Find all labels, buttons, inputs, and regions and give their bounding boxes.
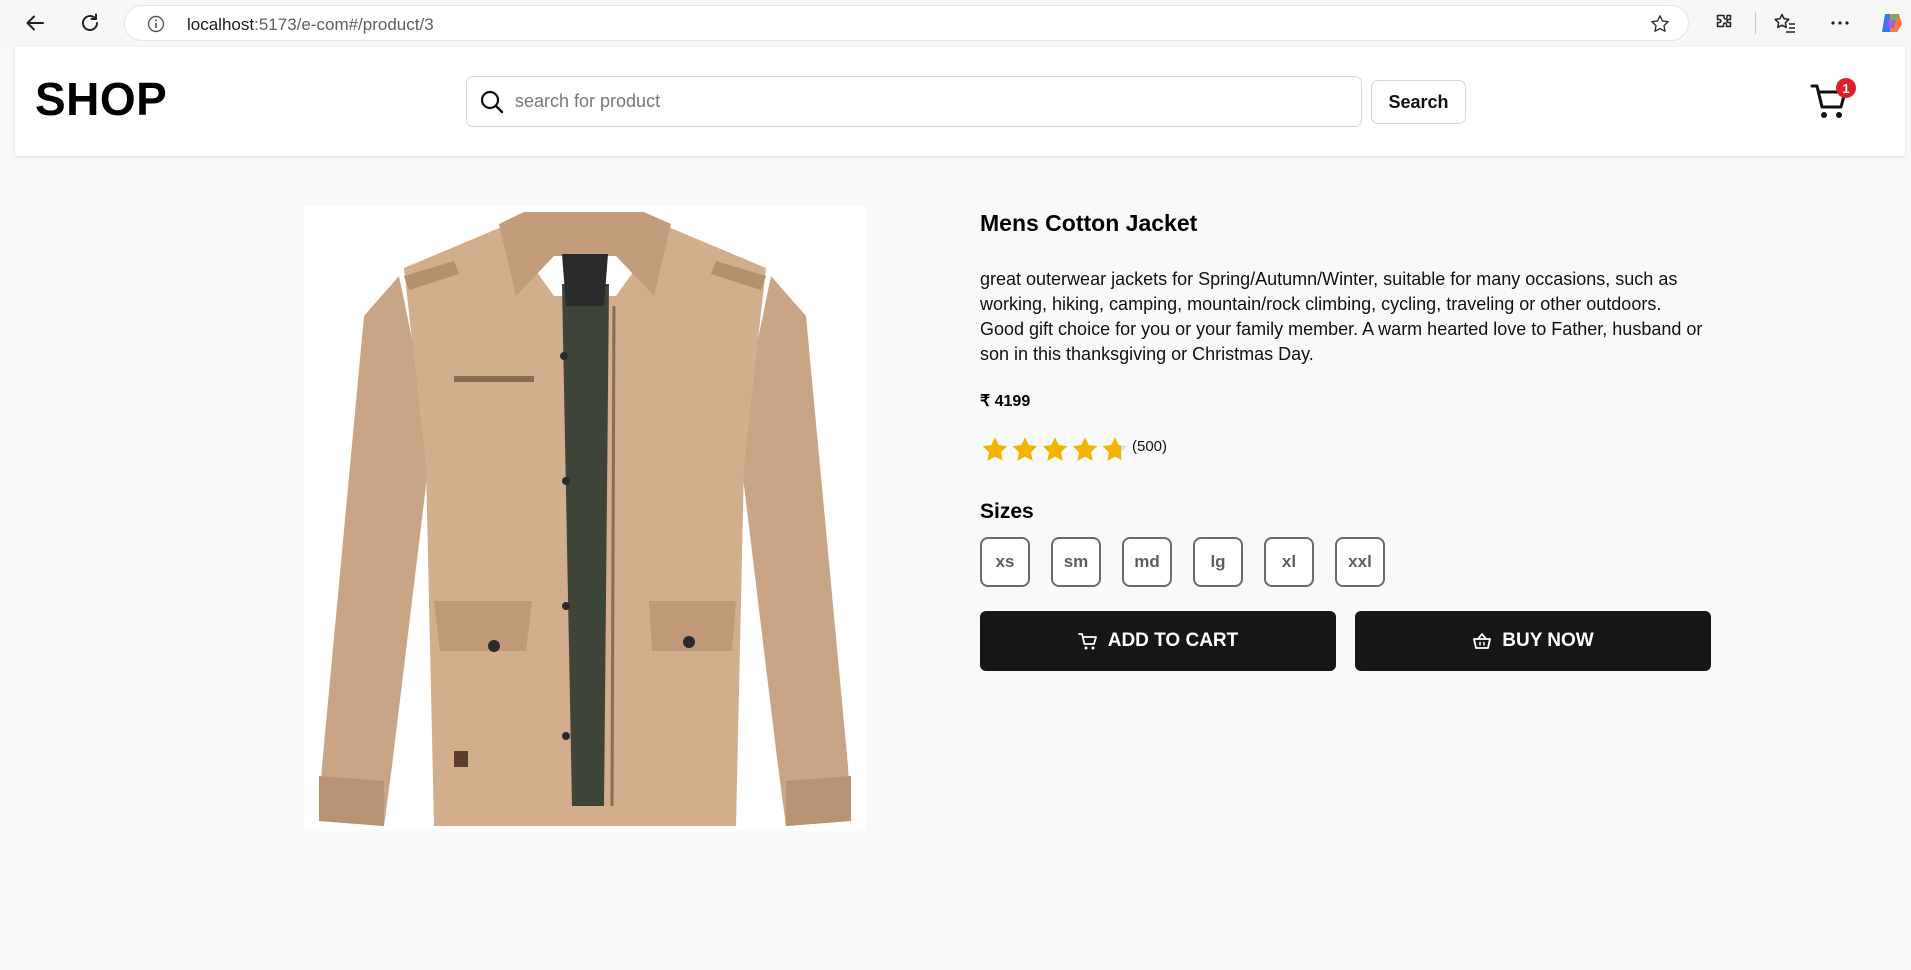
cart-button[interactable]: 1 bbox=[1810, 78, 1856, 123]
star-icon bbox=[1012, 437, 1038, 461]
extensions-icon[interactable] bbox=[1708, 7, 1740, 39]
add-to-cart-button[interactable]: ADD TO CART bbox=[980, 611, 1336, 671]
search-input[interactable] bbox=[515, 77, 1345, 126]
star-icon bbox=[982, 437, 1008, 461]
size-options: xs sm md lg xl xxl bbox=[980, 537, 1385, 587]
back-arrow-icon bbox=[26, 15, 44, 31]
size-option-md[interactable]: md bbox=[1122, 537, 1172, 587]
back-button[interactable] bbox=[19, 7, 51, 39]
basket-icon bbox=[1473, 633, 1492, 649]
reload-icon bbox=[82, 13, 98, 31]
toolbar-divider bbox=[1755, 12, 1756, 34]
reload-button[interactable] bbox=[74, 7, 106, 39]
site-logo[interactable]: SHOP bbox=[35, 72, 167, 126]
more-options-icon[interactable] bbox=[1824, 7, 1856, 39]
add-to-cart-label: ADD TO CART bbox=[1107, 630, 1239, 651]
size-option-sm[interactable]: sm bbox=[1051, 537, 1101, 587]
cart-count-badge: 1 bbox=[1836, 78, 1856, 98]
product-image bbox=[304, 206, 866, 831]
url-text: localhost:5173/e-com#/product/3 bbox=[187, 15, 434, 34]
product-price: ₹ 4199 bbox=[980, 393, 1031, 410]
site-info-icon[interactable] bbox=[147, 15, 165, 38]
buy-now-label: BUY NOW bbox=[1502, 630, 1594, 651]
product-title: Mens Cotton Jacket bbox=[980, 210, 1198, 236]
size-option-xs[interactable]: xs bbox=[980, 537, 1030, 587]
product-rating: (500) bbox=[980, 435, 1167, 465]
search-box bbox=[466, 76, 1362, 127]
sizes-label: Sizes bbox=[980, 500, 1034, 523]
browser-toolbar: localhost:5173/e-com#/product/3 bbox=[0, 0, 1911, 46]
search-button[interactable]: Search bbox=[1371, 80, 1466, 124]
rating-count: (500) bbox=[1132, 437, 1168, 455]
buy-now-button[interactable]: BUY NOW bbox=[1355, 611, 1711, 671]
size-option-lg[interactable]: lg bbox=[1193, 537, 1243, 587]
partial-star-icon bbox=[1102, 437, 1128, 461]
cart-icon bbox=[1077, 633, 1097, 650]
size-option-xxl[interactable]: xxl bbox=[1335, 537, 1385, 587]
site-header: SHOP Search 1 bbox=[15, 47, 1905, 156]
product-description: great outerwear jackets for Spring/Autum… bbox=[980, 269, 1703, 364]
search-icon bbox=[479, 89, 505, 120]
star-icon bbox=[1072, 437, 1098, 461]
size-option-xl[interactable]: xl bbox=[1264, 537, 1314, 587]
favorites-icon[interactable] bbox=[1769, 7, 1801, 39]
star-icon bbox=[1042, 437, 1068, 461]
favorite-star-icon[interactable] bbox=[1650, 14, 1670, 39]
copilot-icon[interactable] bbox=[1876, 7, 1908, 39]
address-bar[interactable]: localhost:5173/e-com#/product/3 bbox=[124, 5, 1689, 41]
